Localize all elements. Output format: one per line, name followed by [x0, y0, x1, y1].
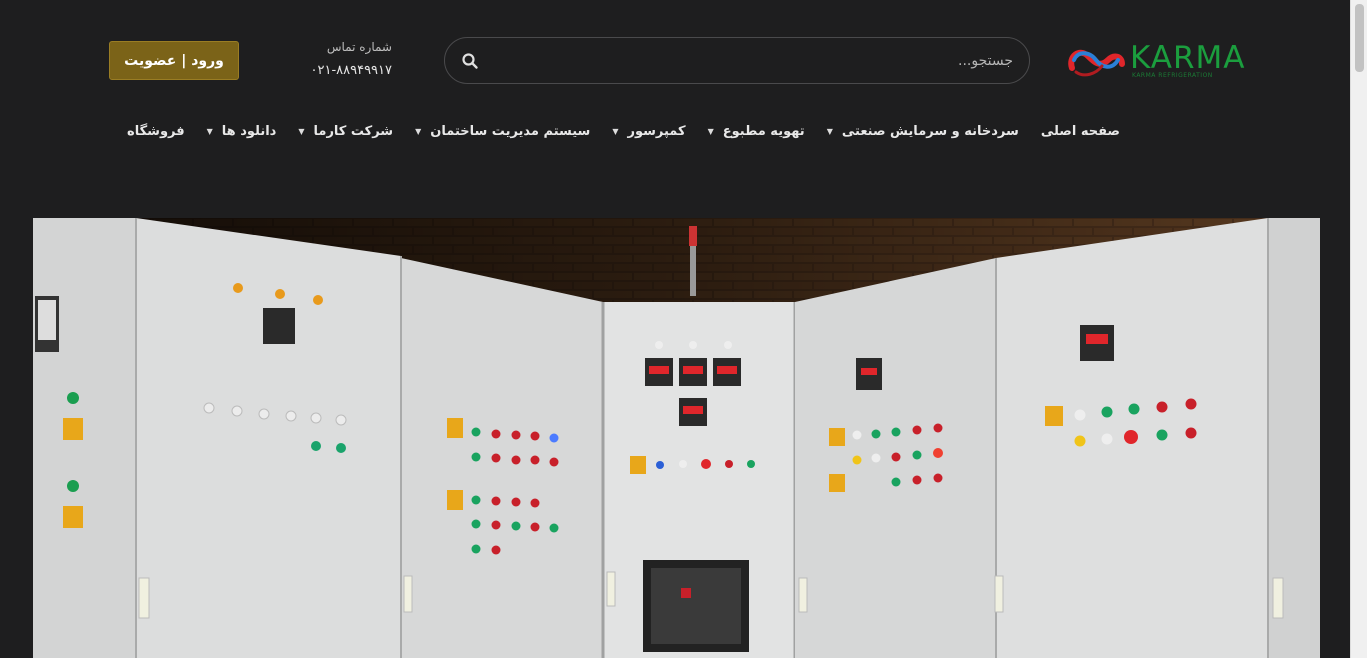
chevron-down-icon: ▼ [612, 126, 619, 136]
logo-subtitle: KARMA REFRIGERATION [1132, 72, 1213, 79]
contact-phone[interactable]: ۰۲۱-۸۸۹۴۹۹۱۷ [300, 63, 393, 78]
logo-text: KARMA [1130, 40, 1246, 76]
logo-mark-icon [1068, 49, 1125, 77]
search-input[interactable] [513, 48, 1013, 74]
nav-item-downloads[interactable]: دانلود ها ▼ [207, 124, 277, 139]
nav-item-label: کمپرسور [627, 123, 686, 139]
chevron-down-icon: ▼ [707, 126, 714, 136]
nav-item-home[interactable]: صفحه اصلی [1041, 124, 1120, 139]
nav-item-bms[interactable]: سیستم مدیریت ساختمان ▼ [415, 124, 590, 139]
contact-info: شماره تماس ۰۲۱-۸۸۹۴۹۹۱۷ [300, 40, 393, 78]
nav-item-label: شرکت کارما [313, 123, 394, 139]
site-header: KARMA KARMA REFRIGERATION شماره تماس ۰۲۱… [0, 0, 1350, 200]
search-icon[interactable] [461, 52, 479, 70]
hero-image [33, 218, 1320, 658]
chevron-down-icon: ▼ [415, 126, 422, 136]
nav-item-label: صفحه اصلی [1040, 123, 1120, 139]
nav-item-label: دانلود ها [221, 123, 277, 139]
nav-item-label: فروشگاه [127, 123, 185, 139]
control-panels-illustration [33, 218, 1320, 658]
login-register-button[interactable]: ورود | عضویت [109, 41, 239, 80]
nav-item-label: تهویه مطبوع [722, 123, 805, 139]
page-scrollbar[interactable] [1350, 0, 1367, 658]
nav-item-label: سیستم مدیریت ساختمان [430, 123, 591, 139]
nav-item-cold-storage[interactable]: سردخانه و سرمایش صنعتی ▼ [827, 124, 1019, 139]
scrollbar-thumb[interactable] [1355, 4, 1364, 72]
nav-item-shop[interactable]: فروشگاه [127, 124, 185, 139]
nav-item-compressor[interactable]: کمپرسور ▼ [612, 124, 685, 139]
nav-item-company[interactable]: شرکت کارما ▼ [298, 124, 393, 139]
contact-label: شماره تماس [326, 40, 392, 54]
main-nav: صفحه اصلی سردخانه و سرمایش صنعتی ▼ تهویه … [127, 118, 1120, 144]
nav-item-hvac[interactable]: تهویه مطبوع ▼ [708, 124, 805, 139]
chevron-down-icon: ▼ [206, 126, 213, 136]
karma-logo[interactable]: KARMA KARMA REFRIGERATION [1066, 38, 1262, 84]
nav-item-label: سردخانه و سرمایش صنعتی [841, 123, 1019, 139]
search-box [444, 37, 1030, 84]
chevron-down-icon: ▼ [298, 126, 305, 136]
chevron-down-icon: ▼ [826, 126, 833, 136]
